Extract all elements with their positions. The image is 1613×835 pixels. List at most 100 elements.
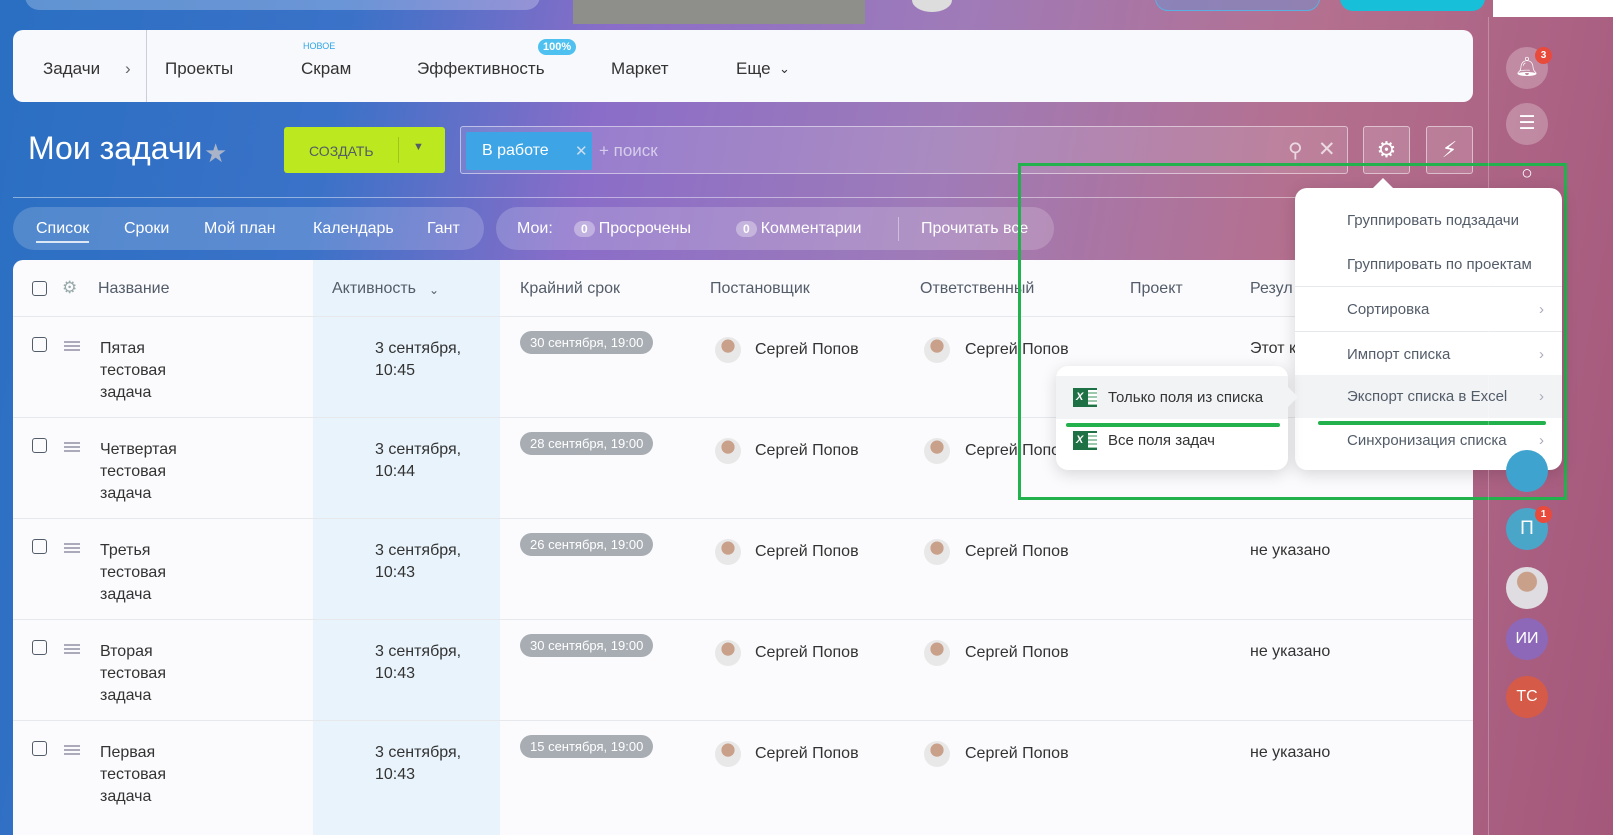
- user-avatar[interactable]: [912, 0, 952, 12]
- overlay-box: [1493, 0, 1613, 17]
- nav-scrum[interactable]: Скрам: [301, 59, 351, 79]
- counters-label: Мои:: [517, 220, 553, 237]
- task-activity: 3 сентября, 10:43: [375, 744, 462, 783]
- drag-handle-icon[interactable]: [64, 341, 80, 351]
- header-activity[interactable]: Активность: [332, 280, 416, 298]
- deadline-badge[interactable]: 15 сентября, 19:00: [520, 735, 654, 758]
- contact-avatar-ii[interactable]: ИИ: [1506, 618, 1548, 660]
- task-activity: 3 сентября, 10:45: [375, 340, 462, 379]
- creator-name[interactable]: Сергей Попов: [755, 442, 859, 460]
- row-checkbox[interactable]: [32, 640, 47, 655]
- task-name[interactable]: Четвертая тестовая задача: [100, 439, 190, 505]
- caret-down-icon[interactable]: ▼: [413, 141, 424, 153]
- contact-avatar[interactable]: [1506, 450, 1548, 492]
- counters-bar: Мои: 0 Просрочены 0 Комментарии Прочитать …: [496, 207, 1054, 250]
- table-row[interactable]: Первая тестовая задача 3 сентября, 10:43…: [13, 720, 1473, 821]
- deadline-badge[interactable]: 30 сентября, 19:00: [520, 331, 654, 354]
- contact-avatar-photo[interactable]: [1506, 567, 1548, 609]
- nav-tasks[interactable]: Задачи: [43, 59, 100, 79]
- gear-icon: ⚙: [1376, 137, 1397, 162]
- tab-deadlines[interactable]: Сроки: [124, 220, 169, 238]
- highlight-underline: [1066, 423, 1280, 427]
- row-checkbox[interactable]: [32, 741, 47, 756]
- tab-my-plan[interactable]: Мой план: [204, 220, 276, 238]
- drag-handle-icon[interactable]: [64, 543, 80, 553]
- tab-list[interactable]: Список: [36, 220, 90, 243]
- deadline-badge[interactable]: 30 сентября, 19:00: [520, 634, 654, 657]
- avatar: [924, 337, 950, 363]
- task-activity: 3 сентября, 10:43: [375, 643, 462, 682]
- nav-efficiency[interactable]: Эффективность: [417, 59, 545, 79]
- drag-handle-icon[interactable]: [64, 644, 80, 654]
- header-deadline[interactable]: Крайний срок: [520, 280, 620, 298]
- avatar: [715, 438, 741, 464]
- row-checkbox[interactable]: [32, 438, 47, 453]
- row-checkbox[interactable]: [32, 337, 47, 352]
- avatar: [924, 539, 950, 565]
- creator-name[interactable]: Сергей Попов: [755, 745, 859, 763]
- filter-tag[interactable]: В работе ✕: [466, 132, 592, 170]
- menu-label: Сортировка: [1347, 301, 1430, 318]
- chevron-down-icon: ⌄: [779, 61, 790, 76]
- search-icon[interactable]: ○: [1506, 163, 1548, 185]
- table-row[interactable]: Вторая тестовая задача 3 сентября, 10:43…: [13, 619, 1473, 720]
- comments-count: 0: [736, 221, 757, 237]
- export-list-fields[interactable]: X Только поля из списка: [1056, 376, 1288, 419]
- top-action-button[interactable]: [1340, 0, 1485, 11]
- overdue-counter[interactable]: 0 Просрочены: [574, 220, 691, 238]
- nav-projects[interactable]: Проекты: [165, 59, 233, 79]
- gear-icon[interactable]: ⚙: [62, 278, 77, 298]
- avatar: [924, 640, 950, 666]
- menu-label: Импорт списка: [1347, 346, 1451, 363]
- efficiency-badge: 100%: [538, 39, 577, 55]
- contact-avatar-ts[interactable]: ТС: [1506, 676, 1548, 718]
- create-button[interactable]: СОЗДАТЬ ▼: [284, 127, 445, 173]
- task-name[interactable]: Третья тестовая задача: [100, 540, 190, 606]
- tab-calendar[interactable]: Календарь: [313, 220, 394, 238]
- clear-icon[interactable]: ✕: [1318, 137, 1336, 162]
- header-creator[interactable]: Постановщик: [710, 280, 810, 298]
- drag-handle-icon[interactable]: [64, 745, 80, 755]
- overdue-count: 0: [574, 221, 595, 237]
- task-name[interactable]: Пятая тестовая задача: [100, 338, 190, 404]
- nav-divider: [146, 30, 147, 102]
- top-nav: Задачи › Проекты НОВОЕ Скрам 100% Эффект…: [13, 30, 1473, 102]
- row-checkbox[interactable]: [32, 539, 47, 554]
- export-submenu: X Только поля из списка X Все поля задач: [1056, 366, 1298, 470]
- responsible-name[interactable]: Сергей Попов: [965, 543, 1069, 561]
- search-placeholder[interactable]: + поиск: [599, 141, 658, 161]
- task-activity: 3 сентября, 10:43: [375, 542, 462, 581]
- responsible-name[interactable]: Сергей Попов: [965, 644, 1069, 662]
- submenu-label: Все поля задач: [1108, 432, 1215, 449]
- menu-label: Синхронизация списка: [1347, 432, 1507, 449]
- search-icon[interactable]: ⚲: [1288, 138, 1303, 163]
- creator-name[interactable]: Сергей Попов: [755, 341, 859, 359]
- nav-market[interactable]: Маркет: [611, 59, 669, 79]
- deadline-badge[interactable]: 28 сентября, 19:00: [520, 432, 654, 455]
- top-button[interactable]: [1155, 0, 1320, 11]
- task-result: не указано: [1250, 643, 1331, 660]
- right-sidebar: [1488, 17, 1613, 835]
- top-search-bar[interactable]: [25, 0, 540, 10]
- task-name[interactable]: Первая тестовая задача: [100, 742, 190, 808]
- creator-name[interactable]: Сергей Попов: [755, 644, 859, 662]
- task-name[interactable]: Вторая тестовая задача: [100, 641, 190, 707]
- star-icon[interactable]: ★: [204, 138, 227, 169]
- contact-badge: 1: [1535, 506, 1552, 523]
- deadline-badge[interactable]: 26 сентября, 19:00: [520, 533, 654, 556]
- avatar: [715, 337, 741, 363]
- select-all-checkbox[interactable]: [32, 281, 47, 296]
- comments-counter[interactable]: 0 Комментарии: [736, 220, 861, 238]
- chat-icon[interactable]: ☰: [1506, 103, 1548, 145]
- drag-handle-icon[interactable]: [64, 442, 80, 452]
- nav-more[interactable]: Еще: [736, 59, 771, 79]
- creator-name[interactable]: Сергей Попов: [755, 543, 859, 561]
- header-name[interactable]: Название: [98, 280, 170, 298]
- tab-gantt[interactable]: Гант: [427, 220, 460, 238]
- responsible-name[interactable]: Сергей Попов: [965, 745, 1069, 763]
- new-badge: НОВОЕ: [303, 41, 336, 51]
- table-row[interactable]: Третья тестовая задача 3 сентября, 10:43…: [13, 518, 1473, 619]
- close-icon[interactable]: ✕: [575, 142, 588, 160]
- read-all-link[interactable]: Прочитать все: [921, 220, 1028, 238]
- avatar: [715, 741, 741, 767]
